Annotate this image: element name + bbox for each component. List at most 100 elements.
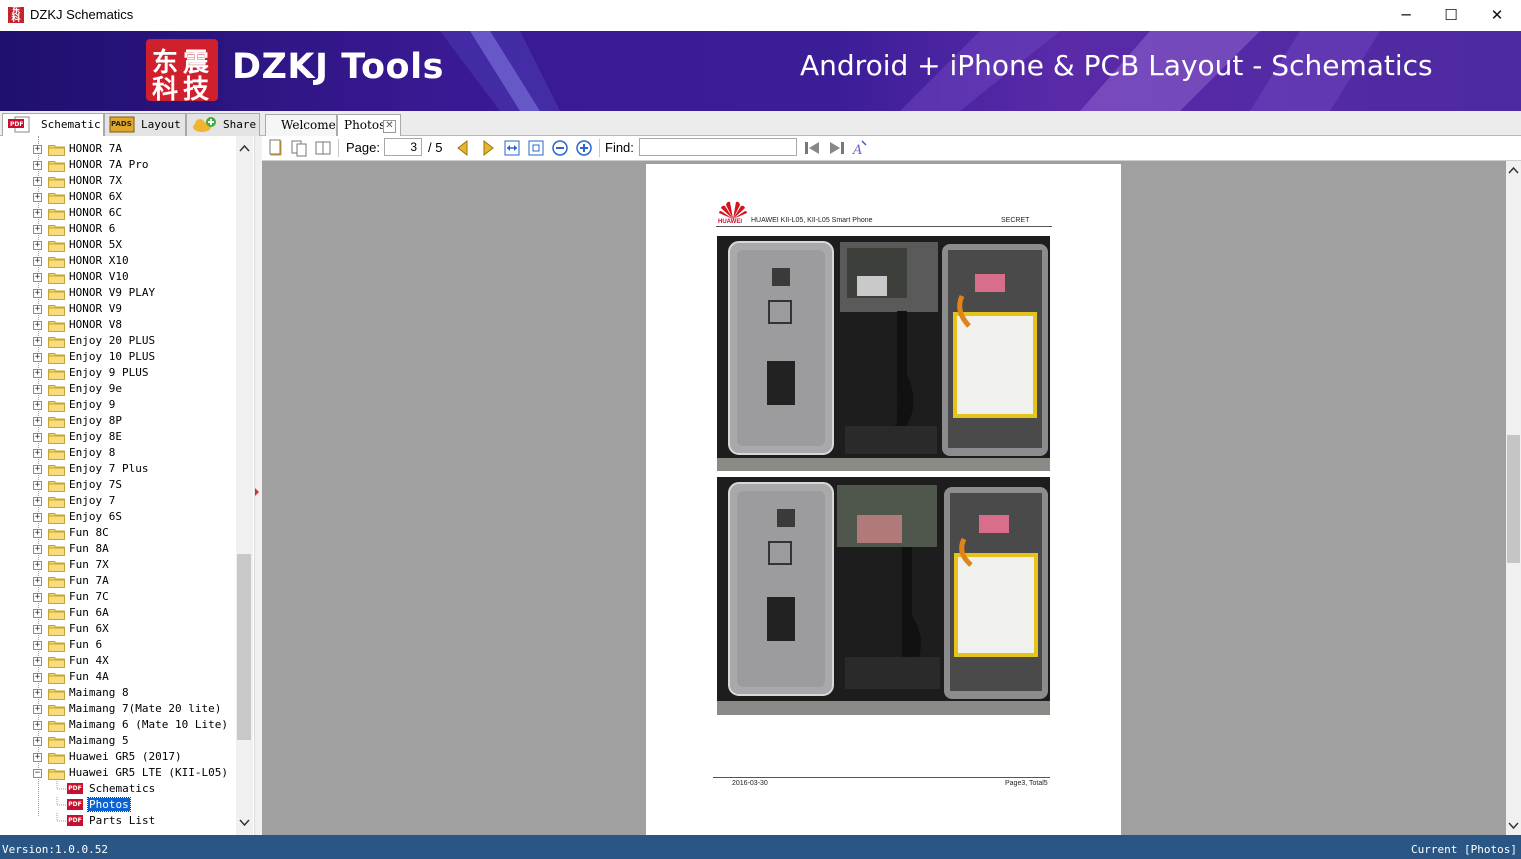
expand-icon[interactable]: +	[33, 545, 42, 554]
tree-item[interactable]: + Enjoy 8P	[0, 413, 236, 429]
tree-item[interactable]: + Maimang 6 (Mate 10 Lite)	[0, 717, 236, 733]
tree-item[interactable]: + Enjoy 7 Plus	[0, 461, 236, 477]
tree-item[interactable]: + Enjoy 8	[0, 445, 236, 461]
expand-icon[interactable]: +	[33, 289, 42, 298]
expand-icon[interactable]: +	[33, 481, 42, 490]
tree-item[interactable]: + HONOR 5X	[0, 237, 236, 253]
expand-icon[interactable]: +	[33, 529, 42, 538]
expand-icon[interactable]: +	[33, 625, 42, 634]
expand-icon[interactable]: +	[33, 449, 42, 458]
next-page-icon[interactable]	[479, 139, 497, 157]
tree-item[interactable]: + HONOR X10	[0, 253, 236, 269]
tree-item[interactable]: + Enjoy 7S	[0, 477, 236, 493]
tree-item[interactable]: + Maimang 7(Mate 20 lite)	[0, 701, 236, 717]
fit-page-icon[interactable]	[527, 139, 545, 157]
page-number-input[interactable]	[384, 138, 422, 156]
expand-icon[interactable]: +	[33, 193, 42, 202]
fit-width-icon[interactable]	[503, 139, 521, 157]
viewer-scrollbar-thumb[interactable]	[1507, 435, 1520, 563]
tree-item[interactable]: + HONOR 7A	[0, 141, 236, 157]
tree-item[interactable]: + Fun 6X	[0, 621, 236, 637]
tree-item[interactable]: + Enjoy 8E	[0, 429, 236, 445]
find-previous-icon[interactable]	[803, 139, 821, 157]
expand-icon[interactable]: +	[33, 657, 42, 666]
tree-item[interactable]: + HONOR V10	[0, 269, 236, 285]
expand-icon[interactable]: +	[33, 401, 42, 410]
tree-item[interactable]: + HONOR 6X	[0, 189, 236, 205]
tree-item[interactable]: + Enjoy 6S	[0, 509, 236, 525]
expand-icon[interactable]: +	[33, 641, 42, 650]
collapse-arrow-icon[interactable]	[255, 488, 259, 496]
expand-icon[interactable]: +	[33, 433, 42, 442]
previous-page-icon[interactable]	[454, 139, 472, 157]
scroll-down-icon[interactable]	[239, 819, 250, 827]
tree-item[interactable]: + Enjoy 9	[0, 397, 236, 413]
scroll-up-icon[interactable]	[1508, 166, 1519, 174]
expand-icon[interactable]: +	[33, 241, 42, 250]
tree-scrollbar-thumb[interactable]	[237, 554, 251, 740]
tree-item[interactable]: + Fun 4X	[0, 653, 236, 669]
expand-icon[interactable]: +	[33, 161, 42, 170]
tree-item[interactable]: − Huawei GR5 LTE (KII-L05)	[0, 765, 236, 781]
tab-layout[interactable]: PADS Layout	[104, 113, 186, 136]
zoom-in-icon[interactable]	[575, 139, 593, 157]
tree-item[interactable]: + HONOR 6C	[0, 205, 236, 221]
scroll-down-icon[interactable]	[1508, 822, 1519, 830]
tab-share[interactable]: Share	[186, 113, 260, 136]
tree-item[interactable]: + Fun 7A	[0, 573, 236, 589]
scroll-up-icon[interactable]	[239, 144, 250, 152]
expand-icon[interactable]: +	[33, 561, 42, 570]
close-tab-icon[interactable]: ✕	[383, 120, 396, 133]
tab-photos[interactable]: Photos ✕	[337, 114, 401, 136]
tree-scrollbar[interactable]	[236, 136, 253, 835]
tree-item[interactable]: + Fun 7X	[0, 557, 236, 573]
tree-item[interactable]: + Enjoy 9e	[0, 381, 236, 397]
expand-icon[interactable]: +	[33, 593, 42, 602]
expand-icon[interactable]: +	[33, 689, 42, 698]
tab-welcome[interactable]: Welcome	[265, 114, 337, 136]
single-page-icon[interactable]	[267, 139, 285, 157]
tree-item[interactable]: + Maimang 5	[0, 733, 236, 749]
expand-icon[interactable]: +	[33, 145, 42, 154]
tree-child-item[interactable]: PDF Photos	[0, 797, 236, 813]
tree-item[interactable]: + Fun 7C	[0, 589, 236, 605]
match-case-icon[interactable]: A	[851, 139, 869, 157]
tree-child-item[interactable]: PDF Parts List	[0, 813, 236, 829]
expand-icon[interactable]: +	[33, 513, 42, 522]
expand-icon[interactable]: +	[33, 753, 42, 762]
expand-icon[interactable]: +	[33, 737, 42, 746]
facing-pages-icon[interactable]	[314, 139, 332, 157]
expand-icon[interactable]: +	[33, 721, 42, 730]
tree-item[interactable]: + Huawei GR5 (2017)	[0, 749, 236, 765]
expand-icon[interactable]: +	[33, 497, 42, 506]
tree-item[interactable]: + Maimang 8	[0, 685, 236, 701]
collapse-icon[interactable]: −	[33, 769, 42, 778]
expand-icon[interactable]: +	[33, 465, 42, 474]
tree-item[interactable]: + Enjoy 20 PLUS	[0, 333, 236, 349]
tree-item[interactable]: + Enjoy 9 PLUS	[0, 365, 236, 381]
tree-item[interactable]: + HONOR V8	[0, 317, 236, 333]
find-input[interactable]	[639, 138, 797, 156]
expand-icon[interactable]: +	[33, 305, 42, 314]
tree-item[interactable]: + HONOR 7A Pro	[0, 157, 236, 173]
tree-item[interactable]: + HONOR 7X	[0, 173, 236, 189]
expand-icon[interactable]: +	[33, 577, 42, 586]
expand-icon[interactable]: +	[33, 337, 42, 346]
tree-item[interactable]: + HONOR 6	[0, 221, 236, 237]
tree-item[interactable]: + Fun 4A	[0, 669, 236, 685]
find-next-icon[interactable]	[828, 139, 846, 157]
expand-icon[interactable]: +	[33, 369, 42, 378]
tree-item[interactable]: + Fun 8A	[0, 541, 236, 557]
viewer-scrollbar[interactable]	[1506, 161, 1521, 835]
tree-child-item[interactable]: PDF Schematics	[0, 781, 236, 797]
tree-item[interactable]: + Enjoy 10 PLUS	[0, 349, 236, 365]
expand-icon[interactable]: +	[33, 177, 42, 186]
expand-icon[interactable]: +	[33, 321, 42, 330]
tree-item[interactable]: + Fun 6A	[0, 605, 236, 621]
continuous-page-icon[interactable]	[290, 139, 308, 157]
expand-icon[interactable]: +	[33, 385, 42, 394]
maximize-button[interactable]: ☐	[1428, 0, 1474, 31]
expand-icon[interactable]: +	[33, 273, 42, 282]
zoom-out-icon[interactable]	[551, 139, 569, 157]
tree-item[interactable]: + HONOR V9	[0, 301, 236, 317]
